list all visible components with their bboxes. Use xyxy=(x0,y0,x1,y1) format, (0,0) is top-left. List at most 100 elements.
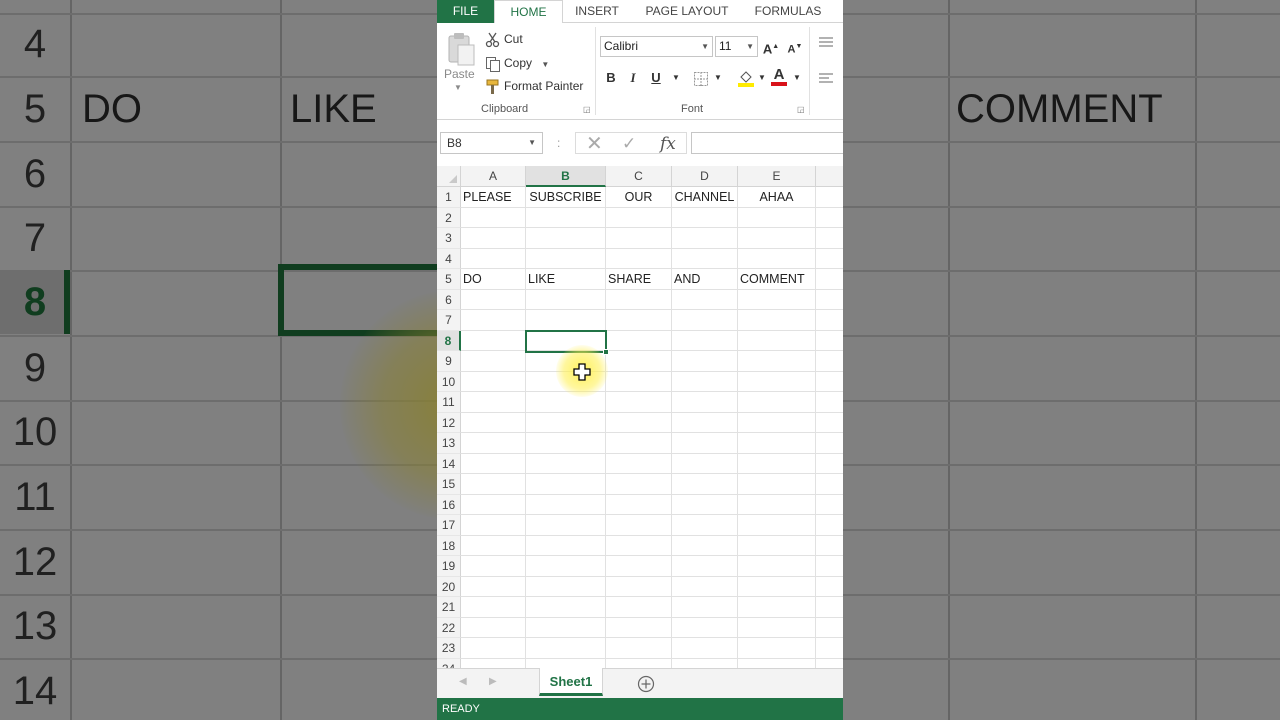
cell[interactable] xyxy=(606,330,672,351)
cell[interactable] xyxy=(526,597,606,618)
row-header[interactable]: 12 xyxy=(437,412,461,433)
cell[interactable]: PLEASE xyxy=(461,187,526,208)
row-header[interactable]: 9 xyxy=(437,351,461,372)
confirm-entry-icon[interactable]: ✓ xyxy=(622,133,636,155)
cell[interactable] xyxy=(816,372,843,392)
cell[interactable] xyxy=(816,269,843,290)
row-header[interactable]: 2 xyxy=(437,207,461,228)
cell[interactable] xyxy=(606,515,672,536)
column-header-a[interactable]: A xyxy=(461,166,526,187)
cell[interactable] xyxy=(816,433,843,454)
cell[interactable] xyxy=(738,228,816,249)
borders-icon[interactable] xyxy=(694,72,708,86)
cell[interactable] xyxy=(461,228,526,249)
cell[interactable] xyxy=(526,433,606,454)
cell[interactable] xyxy=(461,248,526,269)
row-header[interactable]: 18 xyxy=(437,535,461,556)
font-name-select[interactable]: Calibri ▼ xyxy=(600,36,713,57)
row-header[interactable]: 16 xyxy=(437,494,461,515)
cell[interactable] xyxy=(526,207,606,228)
cell[interactable] xyxy=(816,351,843,372)
tab-page-layout[interactable]: PAGE LAYOUT xyxy=(635,0,739,23)
align-top-icon[interactable] xyxy=(818,37,834,49)
fill-handle[interactable] xyxy=(603,349,609,355)
cell[interactable]: AHAA xyxy=(738,187,816,208)
cell[interactable] xyxy=(461,330,526,351)
cell[interactable] xyxy=(606,310,672,331)
cell[interactable] xyxy=(606,453,672,474)
column-header-f[interactable] xyxy=(816,166,843,187)
copy-dropdown-icon[interactable]: ▼ xyxy=(541,60,549,69)
cell[interactable] xyxy=(816,454,843,474)
cell[interactable] xyxy=(526,453,606,474)
row-header[interactable]: 20 xyxy=(437,576,461,597)
cell[interactable]: AND xyxy=(672,269,738,290)
cell[interactable] xyxy=(526,576,606,597)
cell[interactable] xyxy=(526,474,606,495)
font-color-button[interactable]: A xyxy=(771,66,787,86)
format-painter-button[interactable]: Format Painter xyxy=(485,77,583,95)
cell[interactable] xyxy=(526,392,606,413)
name-box[interactable]: B8 ▼ xyxy=(440,132,543,154)
cell[interactable] xyxy=(672,494,738,515)
cell[interactable] xyxy=(526,556,606,577)
cell[interactable] xyxy=(461,207,526,228)
cell[interactable] xyxy=(816,618,843,638)
row-header[interactable]: 15 xyxy=(437,474,461,495)
cell[interactable] xyxy=(738,535,816,556)
row-header[interactable]: 6 xyxy=(437,289,461,310)
row-header[interactable]: 23 xyxy=(437,638,461,659)
cell[interactable] xyxy=(672,474,738,495)
cell[interactable]: SHARE xyxy=(606,269,672,290)
cell[interactable] xyxy=(526,658,606,668)
decrease-font-size-button[interactable]: A▼ xyxy=(786,37,804,57)
cell[interactable] xyxy=(738,494,816,515)
tab-file[interactable]: FILE xyxy=(437,0,494,23)
bold-button[interactable]: B xyxy=(602,68,620,88)
cell[interactable] xyxy=(738,556,816,577)
tab-formulas[interactable]: FORMULAS xyxy=(747,0,829,23)
cell[interactable] xyxy=(738,310,816,331)
insert-function-button[interactable]: fx xyxy=(660,133,676,155)
cell[interactable] xyxy=(672,371,738,392)
cell[interactable] xyxy=(672,310,738,331)
cell[interactable] xyxy=(672,638,738,659)
cell[interactable]: SUBSCRIBE xyxy=(526,187,606,208)
cell[interactable] xyxy=(526,617,606,638)
row-header[interactable]: 1 xyxy=(437,187,461,208)
cell[interactable] xyxy=(672,515,738,536)
cell[interactable] xyxy=(606,248,672,269)
cell[interactable] xyxy=(672,207,738,228)
formula-input[interactable] xyxy=(691,132,843,154)
column-header-d[interactable]: D xyxy=(672,166,738,187)
cell[interactable] xyxy=(461,556,526,577)
increase-font-size-button[interactable]: A▲ xyxy=(762,37,780,57)
cell[interactable] xyxy=(606,597,672,618)
worksheet-grid[interactable]: A B C D E 1 PLEASE SUBSCRIBE OUR CHANNEL AHAA… xyxy=(437,166,843,668)
cell[interactable] xyxy=(738,289,816,310)
cell[interactable] xyxy=(816,536,843,556)
cell[interactable] xyxy=(816,577,843,597)
cell[interactable] xyxy=(738,412,816,433)
cell[interactable]: LIKE xyxy=(526,269,606,290)
row-header[interactable]: 4 xyxy=(437,248,461,269)
cell[interactable] xyxy=(526,289,606,310)
clipboard-dialog-launcher-icon[interactable]: ◲ xyxy=(583,105,591,114)
cell[interactable] xyxy=(461,433,526,454)
cell[interactable] xyxy=(606,412,672,433)
row-header[interactable]: 14 xyxy=(437,453,461,474)
cell[interactable] xyxy=(606,289,672,310)
cell[interactable] xyxy=(606,556,672,577)
cell[interactable] xyxy=(738,433,816,454)
cell[interactable] xyxy=(526,494,606,515)
cell[interactable] xyxy=(672,289,738,310)
cell[interactable] xyxy=(672,330,738,351)
cell[interactable] xyxy=(816,659,843,669)
cell[interactable] xyxy=(738,597,816,618)
column-header-b[interactable]: B xyxy=(526,166,606,187)
cell[interactable] xyxy=(816,187,843,208)
row-header[interactable]: 5 xyxy=(437,269,461,290)
cell[interactable]: CHANNEL xyxy=(672,187,738,208)
cell[interactable] xyxy=(606,207,672,228)
cell[interactable] xyxy=(461,412,526,433)
